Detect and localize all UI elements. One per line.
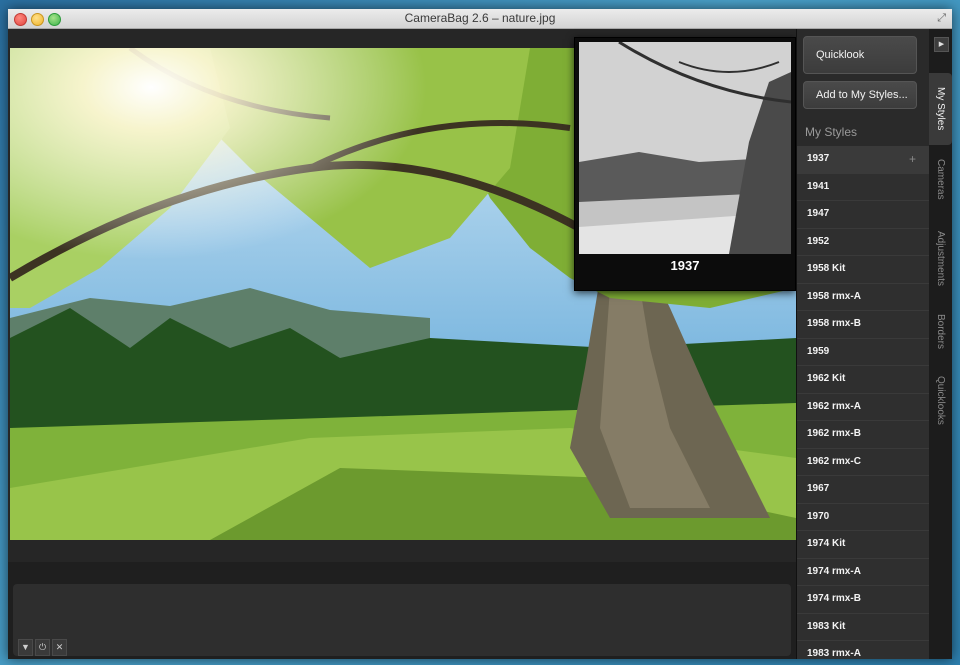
window-title: CameraBag 2.6 – nature.jpg bbox=[404, 11, 556, 25]
style-item-label: 1974 rmx-A bbox=[807, 565, 861, 577]
tab-borders[interactable]: Borders bbox=[929, 307, 952, 357]
tab-adjustments[interactable]: Adjustments bbox=[929, 219, 952, 299]
style-item[interactable]: 1959 bbox=[797, 338, 930, 366]
style-item-label: 1947 bbox=[807, 208, 830, 219]
style-item[interactable]: 1970 bbox=[797, 503, 930, 531]
preview-photo-bw bbox=[579, 42, 791, 254]
power-toggle-icon[interactable]: ⏻ bbox=[35, 639, 50, 656]
style-item[interactable]: 1962 rmx-A bbox=[797, 393, 930, 421]
style-item-label: 1959 bbox=[807, 345, 830, 357]
preview-style-label: 1937 bbox=[670, 258, 700, 273]
bottom-panel: ▼ ⏻ ✕ bbox=[8, 562, 796, 659]
my-styles-heading: My Styles bbox=[805, 125, 858, 139]
style-item[interactable]: 1974 Kit bbox=[797, 531, 930, 559]
style-item[interactable]: 1962 rmx-B bbox=[797, 421, 930, 449]
style-item[interactable]: 1941 bbox=[797, 173, 930, 201]
quicklook-button[interactable]: Quicklook bbox=[803, 36, 917, 74]
style-item-label: 1958 rmx-A bbox=[807, 290, 861, 302]
style-item-label: 1962 rmx-A bbox=[807, 400, 861, 412]
style-item-label: 1962 rmx-B bbox=[807, 428, 861, 439]
style-item[interactable]: 1952 bbox=[797, 228, 930, 256]
style-item-label: 1967 bbox=[807, 483, 830, 494]
style-item[interactable]: 1974 rmx-B bbox=[797, 586, 930, 614]
bw-preview-image bbox=[579, 42, 791, 254]
styles-sidebar: Quicklook Add to My Styles... My Styles … bbox=[796, 29, 930, 659]
style-item-label: 1941 bbox=[807, 180, 830, 192]
quicklook-preview: 1937 bbox=[574, 37, 796, 291]
style-item-label: 1962 Kit bbox=[807, 373, 846, 384]
add-style-plus-icon[interactable]: + bbox=[909, 146, 916, 172]
style-item-label: 1937 bbox=[807, 153, 830, 164]
style-item-label: 1958 rmx-B bbox=[807, 318, 861, 329]
style-item[interactable]: 1967 bbox=[797, 476, 930, 504]
vertical-tab-bar: ▶ My Styles Cameras Adjustments Borders … bbox=[929, 29, 952, 659]
style-item[interactable]: 1947 bbox=[797, 201, 930, 229]
style-item[interactable]: 1983 rmx-A bbox=[797, 641, 930, 659]
collapse-arrow-icon[interactable]: ▼ bbox=[18, 639, 33, 656]
panel-toggle-arrow-icon[interactable]: ▶ bbox=[934, 37, 949, 52]
style-item-label: 1958 Kit bbox=[807, 263, 846, 274]
style-item[interactable]: 1958 rmx-A bbox=[797, 283, 930, 311]
app-window: CameraBag 2.6 – nature.jpg ⤢ ▼ ⏻ ✕ 1937 … bbox=[8, 9, 952, 659]
style-list: 1937 +1941 1947 1952 1958 Kit 1958 rmx-A 1958 … bbox=[797, 146, 930, 659]
style-item-label: 1970 bbox=[807, 510, 830, 522]
style-item[interactable]: 1962 rmx-C bbox=[797, 448, 930, 476]
style-item[interactable]: 1958 rmx-B bbox=[797, 311, 930, 339]
tab-quicklooks[interactable]: Quicklooks bbox=[929, 365, 952, 435]
style-item[interactable]: 1974 rmx-A bbox=[797, 558, 930, 586]
remove-icon[interactable]: ✕ bbox=[52, 639, 67, 656]
style-item[interactable]: 1983 Kit bbox=[797, 613, 930, 641]
style-item[interactable]: 1962 Kit bbox=[797, 366, 930, 394]
style-item-label: 1962 rmx-C bbox=[807, 455, 861, 467]
fullscreen-icon[interactable]: ⤢ bbox=[937, 12, 946, 25]
title-bar: CameraBag 2.6 – nature.jpg ⤢ bbox=[8, 9, 952, 29]
style-item-label: 1983 Kit bbox=[807, 620, 846, 632]
add-to-my-styles-button[interactable]: Add to My Styles... bbox=[803, 81, 917, 109]
style-item-label: 1974 rmx-B bbox=[807, 593, 861, 604]
adjustment-drop-area[interactable] bbox=[13, 584, 791, 656]
style-item-label: 1974 Kit bbox=[807, 538, 846, 549]
tab-my-styles[interactable]: My Styles bbox=[929, 73, 952, 145]
style-item[interactable]: 1937 + bbox=[797, 146, 930, 174]
style-item-label: 1952 bbox=[807, 235, 830, 247]
style-item[interactable]: 1958 Kit bbox=[797, 256, 930, 284]
style-item-label: 1983 rmx-A bbox=[807, 648, 861, 659]
tab-cameras[interactable]: Cameras bbox=[929, 149, 952, 209]
